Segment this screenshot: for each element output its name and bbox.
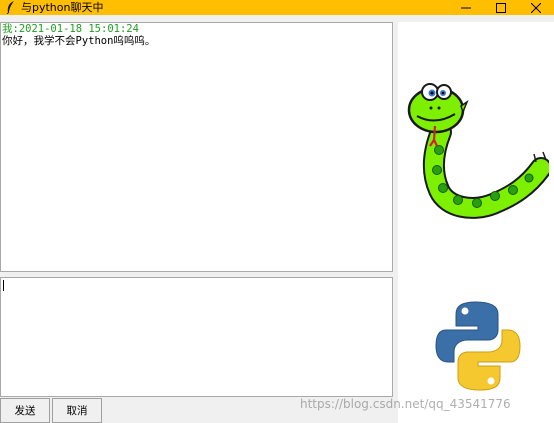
close-button[interactable] (518, 0, 554, 15)
maximize-icon (496, 2, 506, 13)
title-bar[interactable]: 与python聊天中 (0, 0, 554, 15)
maximize-button[interactable] (483, 0, 519, 15)
feather-icon (3, 0, 19, 15)
cancel-button[interactable]: 取消 (52, 398, 102, 423)
chat-window: 与python聊天中 我:2021-01-18 15:01:24 你好，我学不会… (0, 0, 554, 423)
message-body: 你好，我学不会Python呜呜呜。 (2, 35, 156, 47)
text-caret (3, 280, 4, 291)
send-button[interactable]: 发送 (0, 398, 50, 423)
message-header: 我:2021-01-18 15:01:24 (2, 23, 139, 35)
snake-cartoon-image (407, 83, 549, 219)
chat-history[interactable]: 我:2021-01-18 15:01:24 你好，我学不会Python呜呜呜。 (0, 22, 393, 272)
message-input[interactable] (0, 277, 393, 397)
close-icon (531, 2, 541, 13)
watermark-text: https://blog.csdn.net/qq_43541776 (300, 397, 511, 411)
minimize-icon (461, 7, 471, 8)
python-logo-image (435, 301, 521, 391)
window-title: 与python聊天中 (21, 1, 104, 14)
minimize-button[interactable] (448, 0, 484, 15)
side-image-panel (398, 22, 554, 423)
